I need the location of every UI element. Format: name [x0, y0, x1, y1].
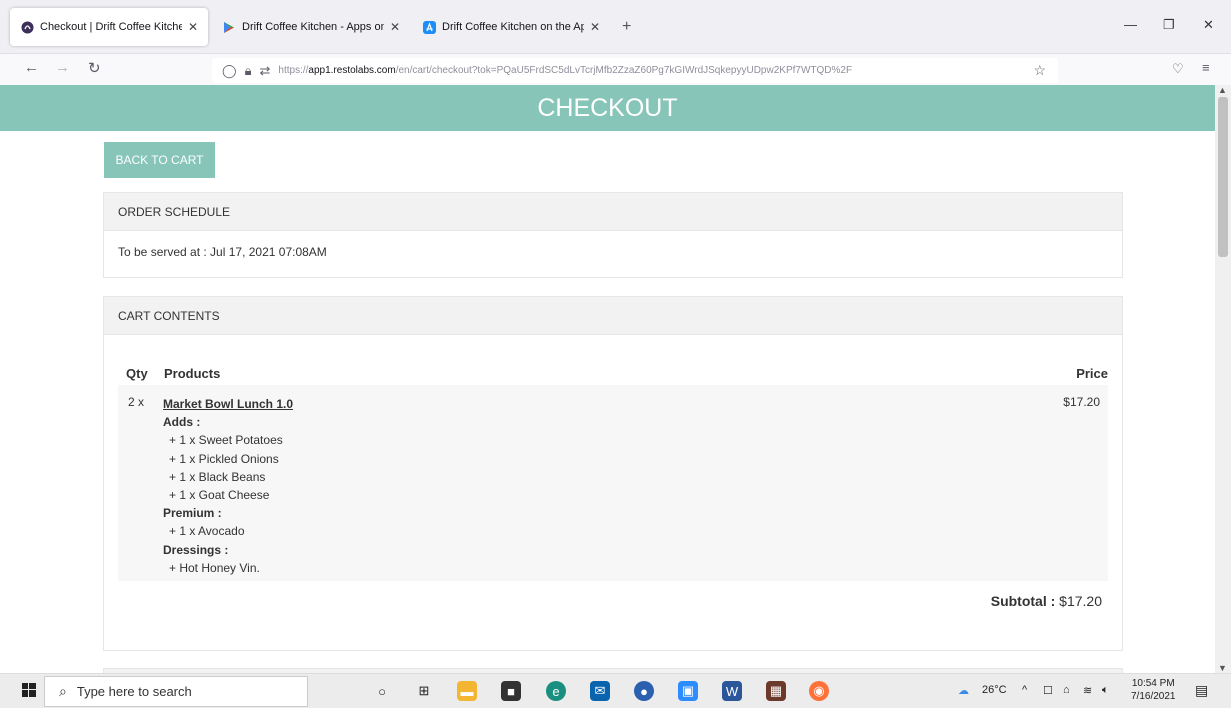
back-arrow-icon[interactable]: ← [24, 59, 39, 76]
url-text[interactable]: https://app1.restolabs.com/en/cart/check… [278, 65, 978, 76]
close-tab-icon[interactable]: ✕ [590, 20, 600, 34]
app-tile-icon[interactable]: ▦ [766, 681, 786, 701]
google-play-icon [222, 20, 236, 34]
store-icon[interactable]: ■ [501, 681, 521, 701]
item-qty: 2 x [128, 395, 145, 409]
volume-icon[interactable]: 🔈︎ [1102, 684, 1109, 697]
products-header: Products [164, 365, 221, 381]
order-schedule-heading: ORDER SCHEDULE [104, 193, 1122, 231]
list-item: + 1 x Sweet Potatoes [169, 433, 283, 448]
premium-label: Premium : [163, 506, 222, 521]
subtotal-value: $17.20 [1059, 593, 1102, 609]
restore-icon[interactable]: ❐ [1163, 17, 1175, 33]
date: 7/16/2021 [1131, 691, 1176, 702]
tab-title: Drift Coffee Kitchen on the App [442, 21, 584, 33]
cart-contents-heading: CART CONTENTS [104, 297, 1122, 335]
weather-icon[interactable]: ☁ [958, 684, 969, 697]
item-name-link[interactable]: Market Bowl Lunch 1.0 [163, 395, 293, 413]
search-placeholder: Type here to search [76, 684, 192, 699]
menu-icon[interactable]: ≡ [1202, 60, 1210, 75]
temperature[interactable]: 26°C [982, 684, 1007, 696]
cart-contents-panel: CART CONTENTS Qty Products Price 2 x Mar… [103, 296, 1123, 651]
tab-title: Checkout | Drift Coffee Kitchen [40, 21, 182, 33]
windows-start-icon[interactable] [22, 683, 36, 702]
page-title: CHECKOUT [0, 85, 1215, 131]
tab-app-store[interactable]: Drift Coffee Kitchen on the App ✕ [412, 8, 610, 46]
tab-checkout[interactable]: Checkout | Drift Coffee Kitchen ✕ [10, 8, 208, 46]
item-price: $17.20 [1063, 395, 1100, 409]
close-window-icon[interactable]: ✕ [1203, 17, 1214, 33]
reload-icon[interactable]: ↻ [88, 59, 101, 77]
minimize-icon[interactable]: — [1124, 17, 1137, 32]
wifi-icon[interactable]: ≋ [1083, 684, 1092, 697]
scroll-up-icon[interactable]: ▲ [1218, 85, 1227, 95]
cart-table-header: Qty Products Price [126, 361, 1108, 385]
served-at-text: To be served at : Jul 17, 2021 07:08AM [118, 245, 327, 259]
pocket-icon[interactable]: ♡ [1172, 61, 1184, 77]
task-view-icon[interactable]: ⊞ [414, 681, 434, 701]
price-header: Price [1076, 365, 1108, 381]
cortana-icon[interactable]: ○ [372, 681, 392, 701]
edge-icon[interactable]: e [546, 681, 566, 701]
list-item: + 1 x Goat Cheese [169, 488, 270, 503]
network-icon[interactable]: ⌂ [1063, 684, 1070, 696]
scrollbar-thumb[interactable] [1218, 97, 1228, 257]
shield-icon[interactable]: ◯ [222, 63, 237, 79]
onedrive-icon[interactable]: ☐ [1043, 684, 1053, 697]
bookmark-star-icon[interactable]: ☆ [1033, 62, 1046, 79]
item-details: Market Bowl Lunch 1.0 Adds : + 1 x Sweet… [163, 395, 293, 577]
permissions-icon[interactable]: ⇄ [259, 63, 270, 79]
tab-strip: Checkout | Drift Coffee Kitchen ✕ Drift … [0, 0, 1231, 54]
notifications-icon[interactable]: ▤ [1195, 682, 1208, 699]
time: 10:54 PM [1131, 678, 1175, 689]
adds-label: Adds : [163, 415, 201, 430]
app-store-icon [422, 20, 436, 34]
table-row: 2 x Market Bowl Lunch 1.0 Adds : + 1 x S… [118, 385, 1108, 581]
subtotal-label: Subtotal : [990, 593, 1056, 609]
dressings-label: Dressings : [163, 542, 229, 557]
qty-header: Qty [126, 365, 148, 381]
scroll-down-icon[interactable]: ▼ [1218, 663, 1227, 673]
close-tab-icon[interactable]: ✕ [188, 20, 198, 34]
page-content: CHECKOUT BACK TO CART ORDER SCHEDULE To … [0, 85, 1215, 673]
tab-title: Drift Coffee Kitchen - Apps on G [242, 21, 384, 33]
order-schedule-panel: ORDER SCHEDULE To be served at : Jul 17,… [103, 192, 1123, 278]
search-icon: ⌕ [59, 683, 67, 699]
taskbar-search[interactable]: ⌕ Type here to search [44, 676, 308, 707]
list-item: + 1 x Avocado [169, 524, 245, 539]
zoom-icon[interactable]: ▣ [678, 681, 698, 701]
drift-icon [20, 20, 34, 34]
nav-bar: ← → ↻ ◯ 🔒︎ ⇄ https://app1.restolabs.com/… [0, 54, 1231, 84]
mail-icon[interactable]: ✉ [590, 681, 610, 701]
tab-google-play[interactable]: Drift Coffee Kitchen - Apps on G ✕ [212, 8, 410, 46]
firefox-icon[interactable]: ◉ [809, 681, 829, 701]
back-to-cart-button[interactable]: BACK TO CART [104, 142, 215, 178]
list-item: + 1 x Black Beans [169, 469, 266, 484]
clock[interactable]: 10:54 PM 7/16/2021 [1131, 677, 1176, 703]
close-tab-icon[interactable]: ✕ [390, 20, 400, 34]
subtotal: Subtotal : $17.20 [991, 593, 1102, 609]
list-item: + 1 x Pickled Onions [169, 451, 279, 466]
url-bar[interactable]: ◯ 🔒︎ ⇄ https://app1.restolabs.com/en/car… [212, 58, 1058, 83]
new-tab-icon[interactable]: + [622, 18, 631, 36]
word-icon[interactable]: W [722, 681, 742, 701]
scrollbar[interactable]: ▲ ▼ [1215, 85, 1231, 673]
app-icon[interactable]: ● [634, 681, 654, 701]
forward-arrow-icon[interactable]: → [55, 59, 70, 76]
lock-icon[interactable]: 🔒︎ [245, 63, 252, 79]
taskbar: ⌕ Type here to search ○ ⊞ ▬ ■ e ✉ ● ▣ W … [0, 673, 1231, 708]
chevron-up-icon[interactable]: ^ [1022, 684, 1027, 696]
file-explorer-icon[interactable]: ▬ [457, 681, 477, 701]
list-item: + Hot Honey Vin. [169, 560, 260, 575]
